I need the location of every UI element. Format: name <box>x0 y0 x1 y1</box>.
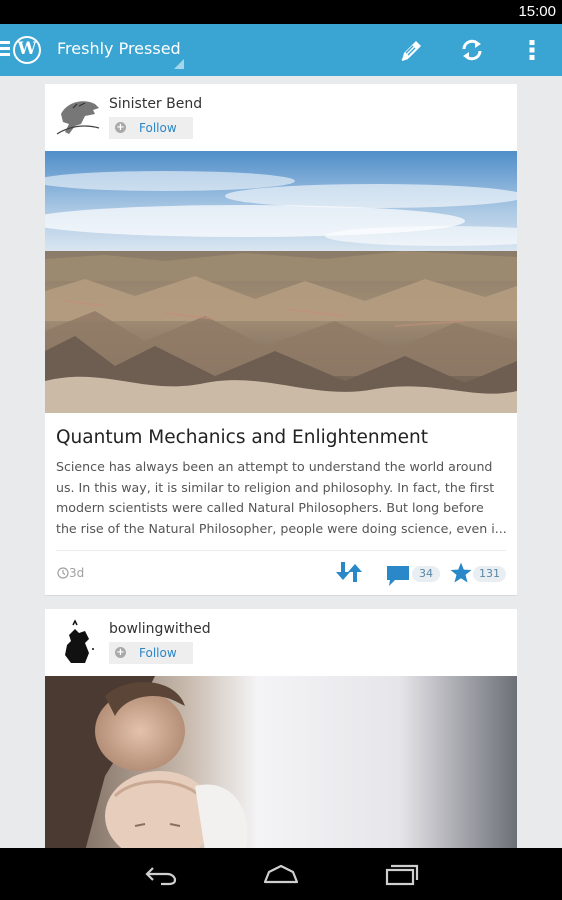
back-icon[interactable] <box>141 860 181 888</box>
follow-label: Follow <box>139 646 177 660</box>
follow-label: Follow <box>139 121 177 135</box>
overflow-menu-icon[interactable] <box>518 36 546 64</box>
post-excerpt[interactable]: Science has always been an attempt to un… <box>56 457 508 539</box>
excerpt-line: the rise of the Natural Philosopher, peo… <box>56 520 507 536</box>
reblog-icon[interactable] <box>333 560 365 584</box>
comment-icon[interactable] <box>385 563 411 587</box>
blog-name[interactable]: Sinister Bend <box>109 96 202 112</box>
featured-image[interactable] <box>45 151 517 413</box>
edit-icon[interactable] <box>398 36 426 64</box>
navigation-bar <box>0 848 562 900</box>
clock-icon <box>57 567 69 579</box>
blog-avatar[interactable] <box>55 94 101 140</box>
menu-icon[interactable] <box>0 41 10 57</box>
action-bar: W Freshly Pressed <box>0 24 562 76</box>
divider <box>56 550 506 551</box>
excerpt-line: modern scientists were called Natural Ph… <box>56 500 484 515</box>
dropdown-indicator-icon <box>174 59 184 69</box>
comment-count[interactable]: 34 <box>412 566 440 582</box>
post-age-text: 3d <box>69 566 85 580</box>
recent-apps-icon[interactable] <box>382 860 422 888</box>
excerpt-line: us. In this way, it is similar to religi… <box>56 479 495 495</box>
plus-icon: + <box>115 122 126 133</box>
post-card[interactable]: Sinister Bend + Follow Quantum Mechanics… <box>45 84 517 596</box>
refresh-icon[interactable] <box>458 36 486 64</box>
like-star-icon[interactable] <box>449 561 473 585</box>
status-time: 15:00 <box>518 3 556 20</box>
blog-name[interactable]: bowlingwithed <box>109 621 211 637</box>
blog-avatar[interactable] <box>55 619 101 665</box>
wordpress-logo-icon[interactable]: W <box>13 36 41 64</box>
plus-icon: + <box>115 647 126 658</box>
status-bar: 15:00 <box>0 0 562 24</box>
home-icon[interactable] <box>261 860 301 888</box>
follow-button[interactable]: + Follow <box>109 642 193 664</box>
featured-image[interactable] <box>45 676 517 849</box>
post-card[interactable]: bowlingwithed + Follow <box>45 609 517 849</box>
post-age: 3d <box>57 566 84 580</box>
post-title[interactable]: Quantum Mechanics and Enlightenment <box>56 427 511 448</box>
excerpt-line: Science has always been an attempt to un… <box>56 459 493 474</box>
page-title[interactable]: Freshly Pressed <box>57 39 181 58</box>
follow-button[interactable]: + Follow <box>109 117 193 139</box>
like-count[interactable]: 131 <box>473 566 506 582</box>
